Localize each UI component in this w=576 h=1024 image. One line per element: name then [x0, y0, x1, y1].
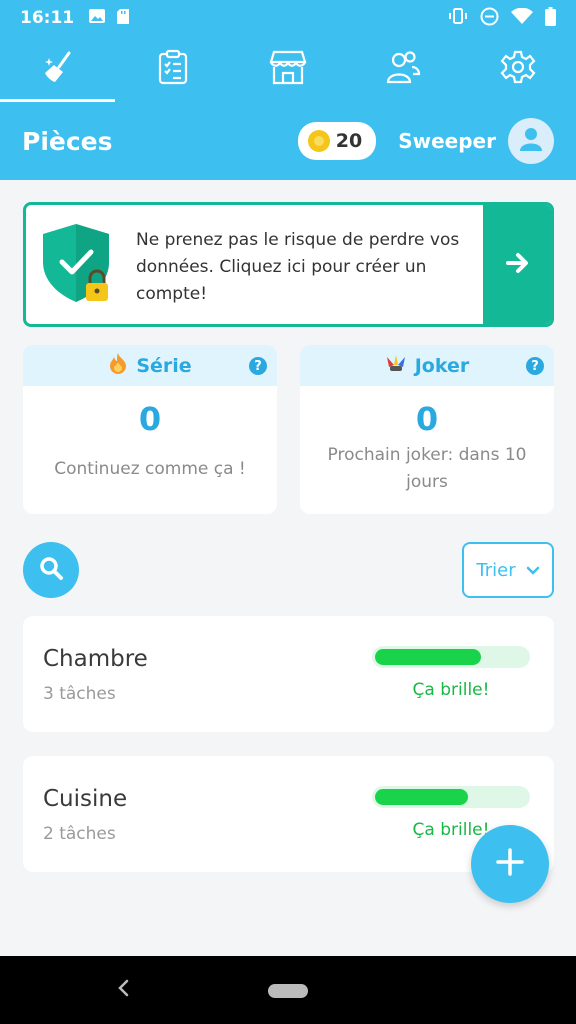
- tab-rooms[interactable]: [0, 36, 116, 102]
- room-progress-bar: [372, 786, 530, 808]
- banner-message: Ne prenez pas le risque de perdre vos do…: [136, 230, 460, 304]
- page-title: Pièces: [22, 126, 113, 156]
- sort-button[interactable]: Trier: [462, 542, 554, 598]
- create-account-banner[interactable]: Ne prenez pas le risque de perdre vos do…: [23, 202, 554, 327]
- arrow-right-icon: [505, 251, 529, 279]
- room-task-count: 3 tâches: [43, 684, 116, 704]
- battery-icon: [545, 6, 556, 30]
- banner-arrow-button[interactable]: [483, 205, 551, 324]
- flame-icon: [108, 352, 128, 379]
- people-icon: [385, 50, 421, 88]
- tab-members[interactable]: [346, 36, 461, 102]
- room-name: Chambre: [43, 646, 148, 672]
- back-icon[interactable]: [116, 978, 130, 1002]
- serie-value: 0: [138, 400, 162, 438]
- room-card-chambre[interactable]: Chambre 3 tâches Ça brille!: [23, 616, 554, 732]
- status-bar: 16:11: [0, 0, 576, 36]
- search-button[interactable]: [23, 542, 79, 598]
- system-navigation-bar: [0, 956, 576, 1024]
- shop-icon: [269, 49, 307, 89]
- tab-shop[interactable]: [230, 36, 345, 102]
- tab-settings[interactable]: [461, 36, 576, 102]
- chevron-down-icon: [526, 560, 540, 581]
- room-task-count: 2 tâches: [43, 824, 116, 844]
- joker-value: 0: [415, 400, 439, 438]
- joker-caption: Prochain joker: dans 10 jours: [327, 445, 527, 492]
- user-icon: [519, 126, 543, 156]
- sd-card-icon: [116, 8, 130, 29]
- username[interactable]: Sweeper: [398, 129, 496, 153]
- wifi-icon: [511, 7, 533, 29]
- home-pill[interactable]: [268, 984, 308, 998]
- serie-help-icon[interactable]: ?: [249, 357, 267, 375]
- coin-count: 20: [335, 130, 363, 152]
- broom-icon: [40, 49, 76, 89]
- room-progress-bar: [372, 646, 530, 668]
- do-not-disturb-icon: [480, 7, 499, 30]
- shield-lock-icon: [40, 222, 112, 308]
- search-icon: [38, 555, 64, 585]
- room-progress-fill: [375, 649, 481, 665]
- gear-icon: [500, 49, 536, 89]
- plus-icon: [495, 847, 525, 881]
- room-status: Ça brille!: [412, 680, 490, 700]
- joker-card: Joker ? 0 Prochain joker: dans 10 jours: [300, 345, 554, 514]
- room-name: Cuisine: [43, 786, 128, 812]
- status-time: 16:11: [20, 8, 75, 28]
- add-room-button[interactable]: [471, 825, 549, 903]
- coin-icon: [307, 130, 330, 152]
- joker-help-icon[interactable]: ?: [526, 357, 544, 375]
- top-navigation: [0, 36, 576, 102]
- image-notification-icon: [88, 8, 106, 28]
- sort-label: Trier: [476, 559, 516, 581]
- coin-balance[interactable]: 20: [297, 122, 377, 160]
- page-header: Pièces 20 Sweeper: [0, 102, 576, 180]
- joker-label: Joker: [414, 354, 470, 377]
- avatar[interactable]: [508, 118, 554, 164]
- tab-tasks[interactable]: [115, 36, 230, 102]
- room-progress-fill: [375, 789, 468, 805]
- serie-caption: Continuez comme ça !: [54, 459, 246, 479]
- serie-card: Série ? 0 Continuez comme ça !: [23, 345, 277, 514]
- clipboard-checklist-icon: [157, 49, 189, 89]
- jester-hat-icon: [385, 353, 407, 378]
- serie-label: Série: [136, 354, 192, 377]
- vibrate-icon: [448, 7, 468, 29]
